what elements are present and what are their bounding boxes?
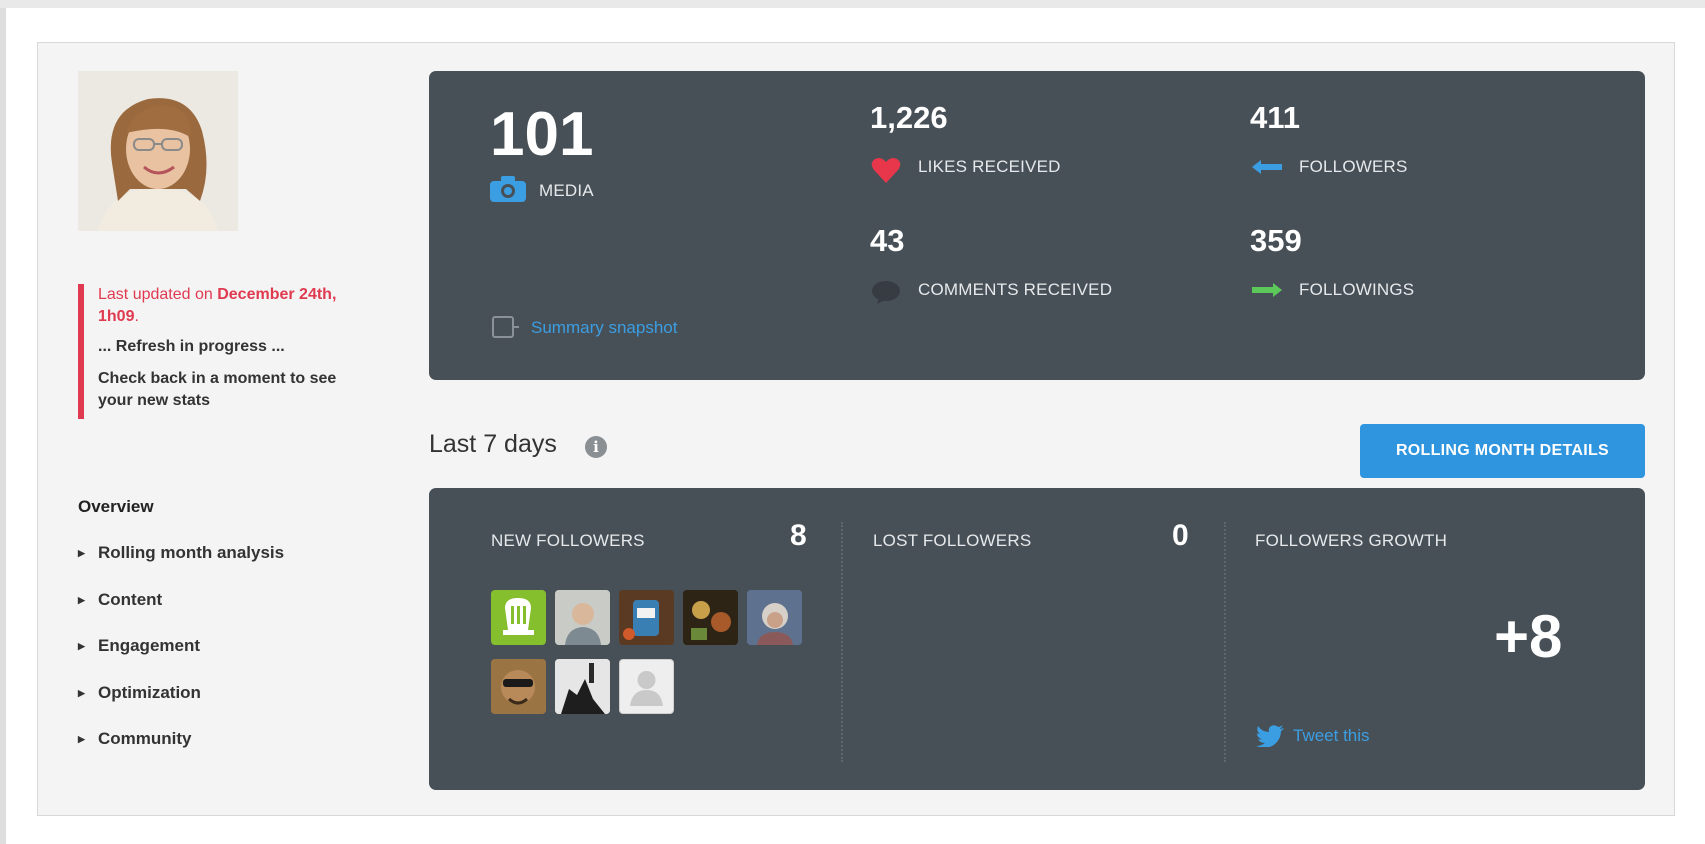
comments-label: COMMENTS RECEIVED xyxy=(918,280,1113,299)
followings-count: 359 xyxy=(1250,223,1302,258)
new-followers-count: 8 xyxy=(790,519,807,552)
nav-bullet-icon: ▶ xyxy=(78,548,85,559)
nav-item-community[interactable]: ▶ Community xyxy=(78,729,192,749)
follower-avatar[interactable] xyxy=(555,590,610,645)
period-title: Last 7 days xyxy=(429,430,557,458)
comment-icon xyxy=(871,280,901,309)
follower-avatar[interactable] xyxy=(491,659,546,714)
twitter-icon[interactable] xyxy=(1256,725,1284,752)
snapshot-icon[interactable] xyxy=(492,316,520,345)
follower-avatar[interactable] xyxy=(555,659,610,714)
follower-avatar[interactable] xyxy=(619,590,674,645)
top-bar xyxy=(0,0,1705,8)
heart-icon xyxy=(871,157,901,188)
column-divider xyxy=(841,522,843,762)
follower-avatar[interactable] xyxy=(747,590,802,645)
left-edge xyxy=(0,8,6,844)
new-followers-label: NEW FOLLOWERS xyxy=(491,531,645,550)
nav-bullet-icon: ▶ xyxy=(78,734,85,745)
check-back-text: Check back in a moment to see your new s… xyxy=(98,370,337,409)
follower-avatar[interactable] xyxy=(491,590,546,645)
comments-count: 43 xyxy=(870,223,905,258)
arrow-right-icon xyxy=(1252,283,1282,302)
lost-followers-label: LOST FOLLOWERS xyxy=(873,531,1032,550)
arrow-left-icon xyxy=(1252,160,1282,179)
likes-label: LIKES RECEIVED xyxy=(918,157,1061,176)
info-icon[interactable]: i xyxy=(585,436,607,458)
camera-icon xyxy=(490,176,526,207)
last-updated-text: Last updated on December 24th, 1h09. xyxy=(98,286,337,325)
followers-growth-label: FOLLOWERS GROWTH xyxy=(1255,531,1448,550)
refresh-status: ... Refresh in progress ... xyxy=(98,338,285,355)
media-count: 101 xyxy=(490,100,594,169)
followers-count: 411 xyxy=(1250,100,1301,135)
lost-followers-count: 0 xyxy=(1172,519,1189,552)
nav-item-optimization[interactable]: ▶ Optimization xyxy=(78,683,201,703)
followings-label: FOLLOWINGS xyxy=(1299,280,1415,299)
followers-label: FOLLOWERS xyxy=(1299,157,1408,176)
profile-avatar[interactable] xyxy=(78,71,238,231)
column-divider xyxy=(1224,522,1226,762)
update-status: Last updated on December 24th, 1h09. ...… xyxy=(78,284,348,419)
summary-snapshot-link[interactable]: Summary snapshot xyxy=(531,318,677,338)
nav-item-rolling-month-analysis[interactable]: ▶ Rolling month analysis xyxy=(78,543,284,563)
followers-growth-value: +8 xyxy=(1494,603,1563,670)
default-avatar[interactable] xyxy=(619,659,674,714)
nav-bullet-icon: ▶ xyxy=(78,688,85,699)
nav-bullet-icon: ▶ xyxy=(78,641,85,652)
media-label: MEDIA xyxy=(539,181,594,200)
follower-avatar[interactable] xyxy=(683,590,738,645)
nav-item-content[interactable]: ▶ Content xyxy=(78,590,162,610)
nav-item-engagement[interactable]: ▶ Engagement xyxy=(78,636,200,656)
likes-count: 1,226 xyxy=(870,100,948,135)
tweet-this-link[interactable]: Tweet this xyxy=(1293,726,1370,746)
nav-overview[interactable]: Overview xyxy=(78,497,154,517)
rolling-month-details-button[interactable]: ROLLING MONTH DETAILS xyxy=(1360,424,1645,478)
nav-bullet-icon: ▶ xyxy=(78,595,85,606)
